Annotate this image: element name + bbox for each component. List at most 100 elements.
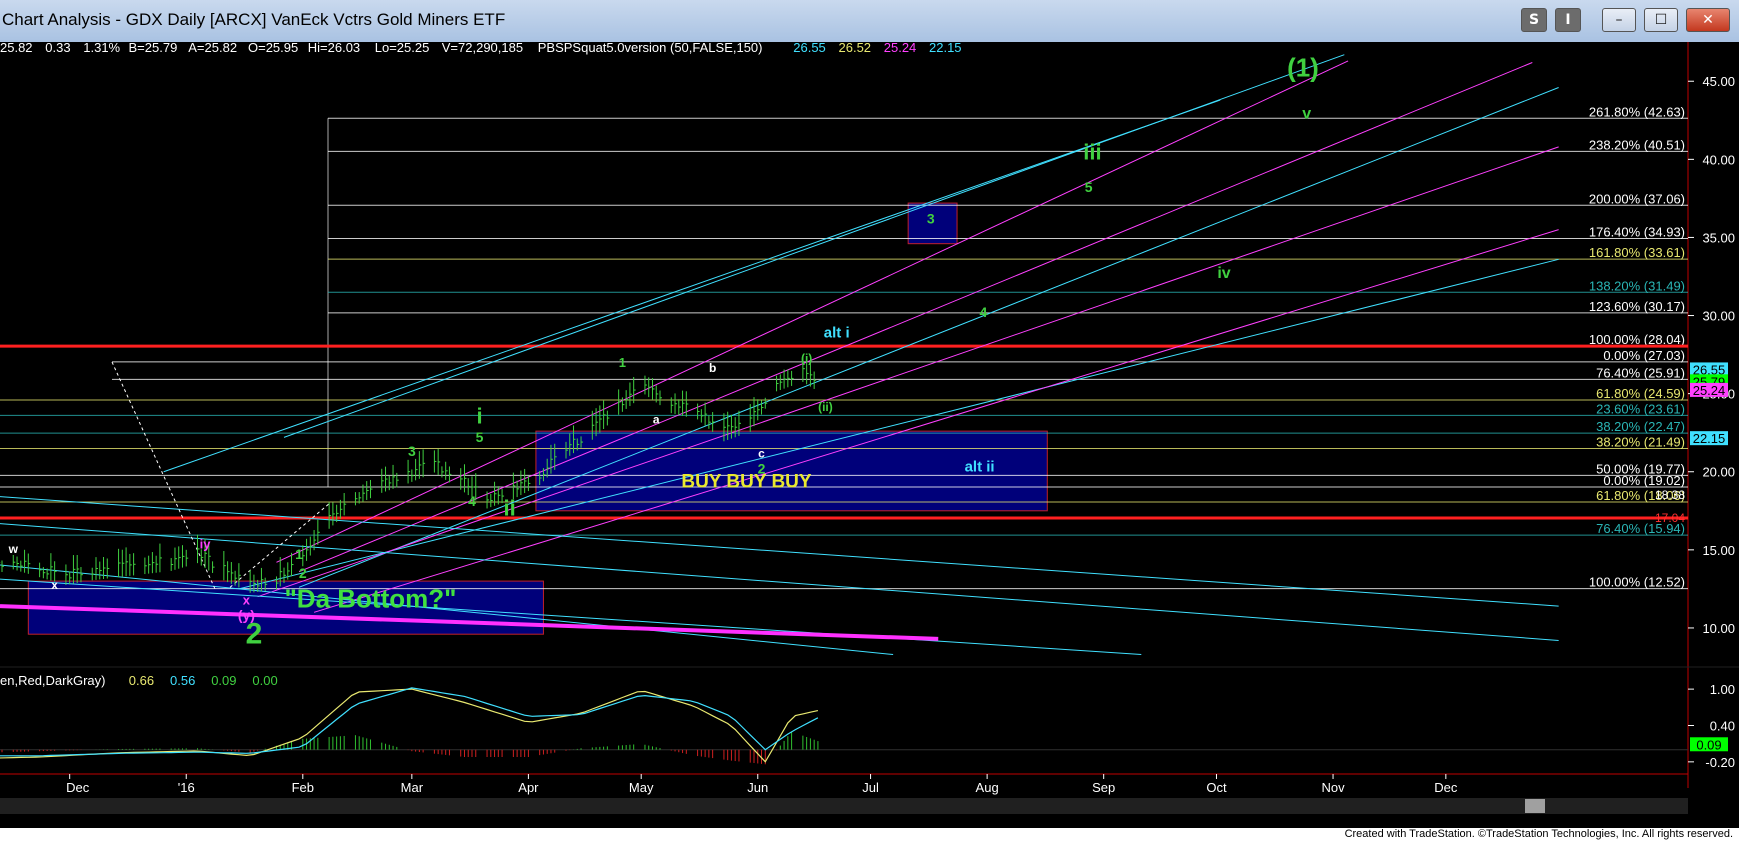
indicator-line [0, 688, 819, 763]
style-button[interactable]: S [1521, 8, 1547, 32]
channel-line [163, 99, 1221, 473]
x-tick-label: Dec [66, 780, 90, 795]
price-label: 17.04 [1655, 511, 1685, 525]
footer-copyright: Created with TradeStation. ©TradeStation… [1344, 828, 1733, 840]
fib-level-label: 161.80% (33.61) [1589, 245, 1685, 260]
horizontal-scrollbar [0, 798, 1688, 814]
wave-label: alt ii [965, 459, 995, 476]
quote-field: V=72,290,185 [442, 42, 523, 55]
wave-label: alt i [824, 324, 850, 341]
indicator-field: en,Red,DarkGray) [0, 673, 105, 688]
info-button[interactable]: I [1555, 8, 1581, 32]
wave-label: ii [503, 495, 515, 520]
quote-field: 1.31% [83, 42, 120, 55]
indicator-line [0, 687, 819, 757]
quote-field: 26.55 [793, 42, 826, 55]
wave-label: 2 [299, 565, 307, 581]
quote-field: 0.33 [45, 42, 70, 55]
y-tick-label: 40.00 [1702, 152, 1735, 167]
channel-line [298, 87, 1559, 588]
wave-label: 2 [246, 618, 263, 651]
chart-canvas[interactable]: 45.0040.0035.0030.0025.0020.0015.0010.00… [0, 42, 1739, 828]
wave-label: c [758, 447, 765, 461]
fib-level-label: 200.00% (37.06) [1589, 191, 1685, 206]
indicator-field: 0.00 [252, 673, 277, 688]
wave-label: w [8, 542, 19, 556]
indicator-field: 0.66 [129, 673, 154, 688]
x-tick-label: Dec [1434, 780, 1458, 795]
fib-level-label: 38.20% (22.47) [1596, 419, 1685, 434]
x-tick-label: Feb [292, 780, 314, 795]
y-tick-label: 15.00 [1702, 543, 1735, 558]
wave-label: iii [1083, 139, 1101, 164]
x-tick-label: Aug [976, 780, 999, 795]
quote-field: B=25.79 [129, 42, 178, 55]
close-button[interactable]: ✕ [1686, 8, 1730, 32]
y-tick-label: 20.00 [1702, 465, 1735, 480]
wave-label: 5 [476, 429, 484, 445]
scrollbar-thumb[interactable] [1525, 799, 1545, 813]
wave-label: BUY BUY BUY [681, 471, 812, 492]
y-tick-label: 35.00 [1702, 230, 1735, 245]
minimize-button[interactable]: – [1602, 8, 1636, 32]
wave-label: 5 [1085, 179, 1093, 195]
indicator-y-label: -0.20 [1705, 755, 1735, 770]
chart-area[interactable]: 45.0040.0035.0030.0025.0020.0015.0010.00… [0, 42, 1739, 828]
quote-field: PBSPSquat5.0version (50,FALSE,150) [538, 42, 763, 55]
x-tick-label: Jun [747, 780, 768, 795]
indicator-y-label: 0.40 [1710, 718, 1735, 733]
x-tick-label: May [629, 780, 654, 795]
wave-label: 3 [408, 443, 416, 459]
fib-level-label: 0.00% (27.03) [1603, 348, 1685, 363]
footer-bar: Created with TradeStation. ©TradeStation… [0, 828, 1739, 842]
quote-field: Hi=26.03 [308, 42, 360, 55]
wave-label: (1) [1287, 53, 1319, 83]
price-marker-label: 25.24 [1693, 383, 1726, 398]
fib-level-label: 38.20% (21.49) [1596, 434, 1685, 449]
wave-label: (ii) [818, 400, 833, 414]
fib-level-label: 123.60% (30.17) [1589, 299, 1685, 314]
y-tick-label: 45.00 [1702, 74, 1735, 89]
wave-label: i [476, 403, 482, 428]
y-tick-label: 10.00 [1702, 621, 1735, 636]
fib-level-label: 23.60% (23.61) [1596, 401, 1685, 416]
x-tick-label: Mar [401, 780, 424, 795]
x-tick-label: Jul [862, 780, 879, 795]
wave-label: iy [200, 536, 212, 551]
channel-line [313, 229, 1559, 613]
fib-level-label: 0.00% (19.02) [1603, 473, 1685, 488]
x-tick-label: Sep [1092, 780, 1115, 795]
fib-level-label: 100.00% (12.52) [1589, 575, 1685, 590]
fib-level-label: 176.40% (34.93) [1589, 225, 1685, 240]
indicator-marker-label: 0.09 [1696, 737, 1721, 752]
x-tick-label: Nov [1321, 780, 1345, 795]
fib-level-label: 238.20% (40.51) [1589, 137, 1685, 152]
indicator-field: 0.56 [170, 673, 195, 688]
y-tick-label: 30.00 [1702, 309, 1735, 324]
wave-label: x [51, 578, 58, 592]
maximize-button[interactable]: ☐ [1644, 8, 1678, 32]
wave-label: 1 [619, 355, 626, 370]
indicator-field: 0.09 [211, 673, 236, 688]
wave-label: iv [1217, 265, 1230, 282]
x-tick-label: '16 [178, 780, 195, 795]
wave-label: 4 [979, 304, 987, 320]
fib-level-label: 261.80% (42.63) [1589, 104, 1685, 119]
wave-label: x [243, 593, 251, 608]
x-tick-label: Apr [518, 780, 539, 795]
quote-field: Lo=25.25 [375, 42, 430, 55]
indicator-y-label: 1.00 [1710, 682, 1735, 697]
quote-field: 22.15 [929, 42, 962, 55]
window-title-bar[interactable]: Chart Analysis - GDX Daily [ARCX] VanEck… [0, 0, 1739, 43]
quote-field: 26.52 [839, 42, 872, 55]
wave-label: 3 [927, 210, 935, 226]
wave-label: (i) [801, 351, 812, 365]
price-marker-label: 22.15 [1693, 431, 1726, 446]
fib-level-label: 138.20% (31.49) [1589, 278, 1685, 293]
fib-level-label: 76.40% (25.91) [1596, 365, 1685, 380]
wave-label: 4 [468, 493, 476, 509]
wave-label: a [653, 412, 660, 426]
window-title: Chart Analysis - GDX Daily [ARCX] VanEck… [2, 10, 506, 29]
price-label: 18.38 [1655, 488, 1685, 502]
quote-field: 25.24 [884, 42, 917, 55]
